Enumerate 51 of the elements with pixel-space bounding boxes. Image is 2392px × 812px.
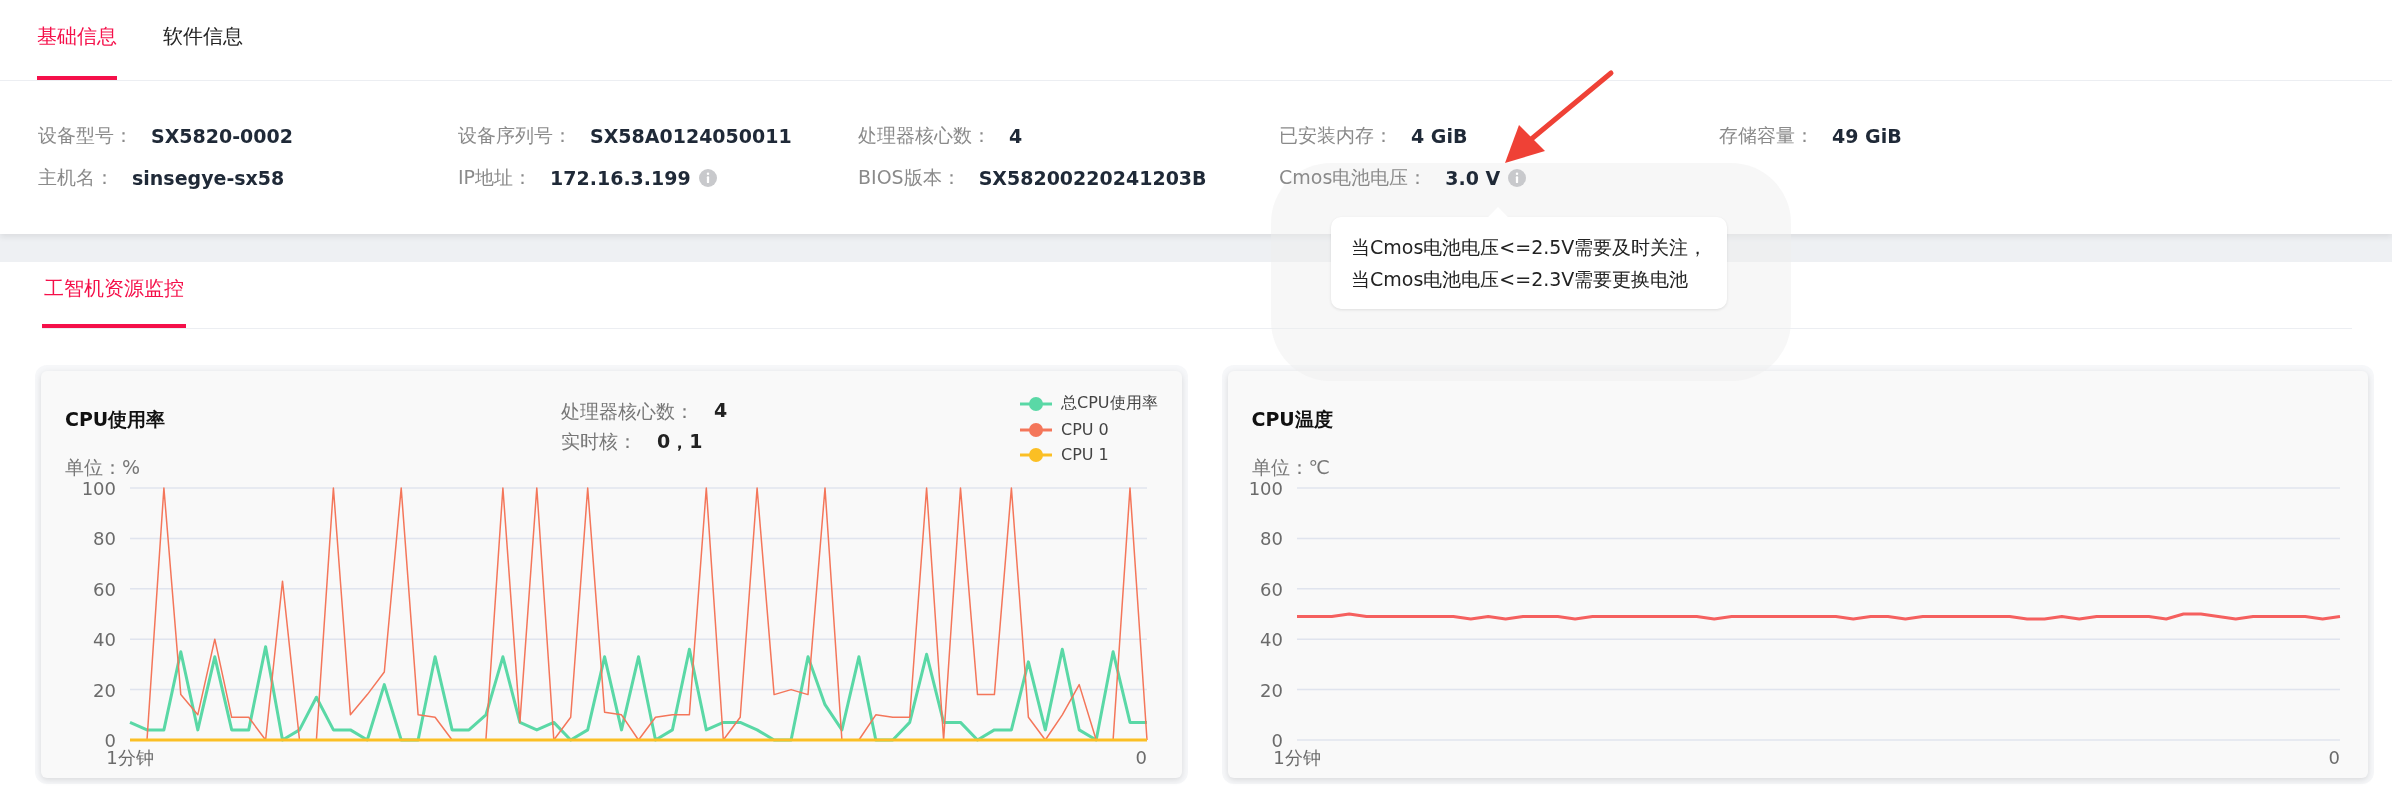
field-label: BIOS版本： [858,165,961,190]
field-label: IP地址： [458,165,533,190]
stat-value: 4 [714,399,728,423]
tab[interactable]: 基础信息 [37,23,117,80]
stat-label: 处理器核心数： [561,399,694,424]
field-value: 4 GiB [1411,125,1468,147]
tooltip-text: 当Cmos电池电压<=2.5V需要及时关注， [1351,235,1708,260]
field-label: 设备型号： [38,123,133,148]
field-value: SX58A0124050011 [590,125,792,147]
info-icon[interactable] [1508,169,1527,187]
field-label: Cmos电池电压： [1279,165,1428,190]
axis-label: 80 [93,528,116,550]
field-label: 处理器核心数： [858,123,991,148]
info-icon[interactable] [698,169,717,187]
legend-label[interactable]: CPU 1 [1060,445,1109,464]
axis-label: 0 [1135,747,1147,768]
legend-marker-icon[interactable] [1018,395,1053,412]
stat-label: 实时核： [561,429,637,454]
chart-title: CPU使用率 [65,407,167,432]
section-tab[interactable]: 工智机资源监控 [42,275,186,328]
field-value: SX5820-0002 [151,125,293,147]
axis-label: 40 [1259,629,1283,651]
axis-label: 80 [1259,528,1283,550]
unit-label: 单位：% [64,455,142,480]
chart-title: CPU温度 [1251,407,1334,432]
field-value: 3.0 V [1445,167,1501,189]
field-value: sinsegye-sx58 [132,167,285,189]
field-label: 存储容量： [1719,123,1814,148]
legend-marker-icon[interactable] [1018,446,1053,463]
axis-label: 100 [1248,478,1283,499]
legend-label[interactable]: CPU 0 [1060,420,1109,439]
field-value: 49 GiB [1832,125,1902,147]
tooltip-text: 当Cmos电池电压<=2.3V需要更换电池 [1351,267,1690,292]
field-value: 172.16.3.199 [550,167,691,189]
legend-marker-icon[interactable] [1018,421,1053,438]
field-label: 已安装内存： [1279,123,1393,148]
axis-label: 40 [93,629,116,651]
tab[interactable]: 软件信息 [163,23,243,80]
field-label: 设备序列号： [458,123,572,148]
field-label: 主机名： [38,165,114,190]
axis-label: 100 [81,478,116,499]
axis-label: 60 [1259,578,1283,600]
axis-label: 0 [2328,747,2340,768]
axis-label: 20 [93,679,116,701]
unit-label: 单位：℃ [1250,455,1331,480]
field-value: 4 [1009,125,1023,147]
legend-label[interactable]: 总CPU使用率 [1060,393,1158,414]
axis-label: 60 [93,578,116,600]
field-value: SX58200220241203B [978,167,1207,189]
axis-label: 20 [1259,679,1283,701]
stat-value: 0，1 [657,429,703,454]
